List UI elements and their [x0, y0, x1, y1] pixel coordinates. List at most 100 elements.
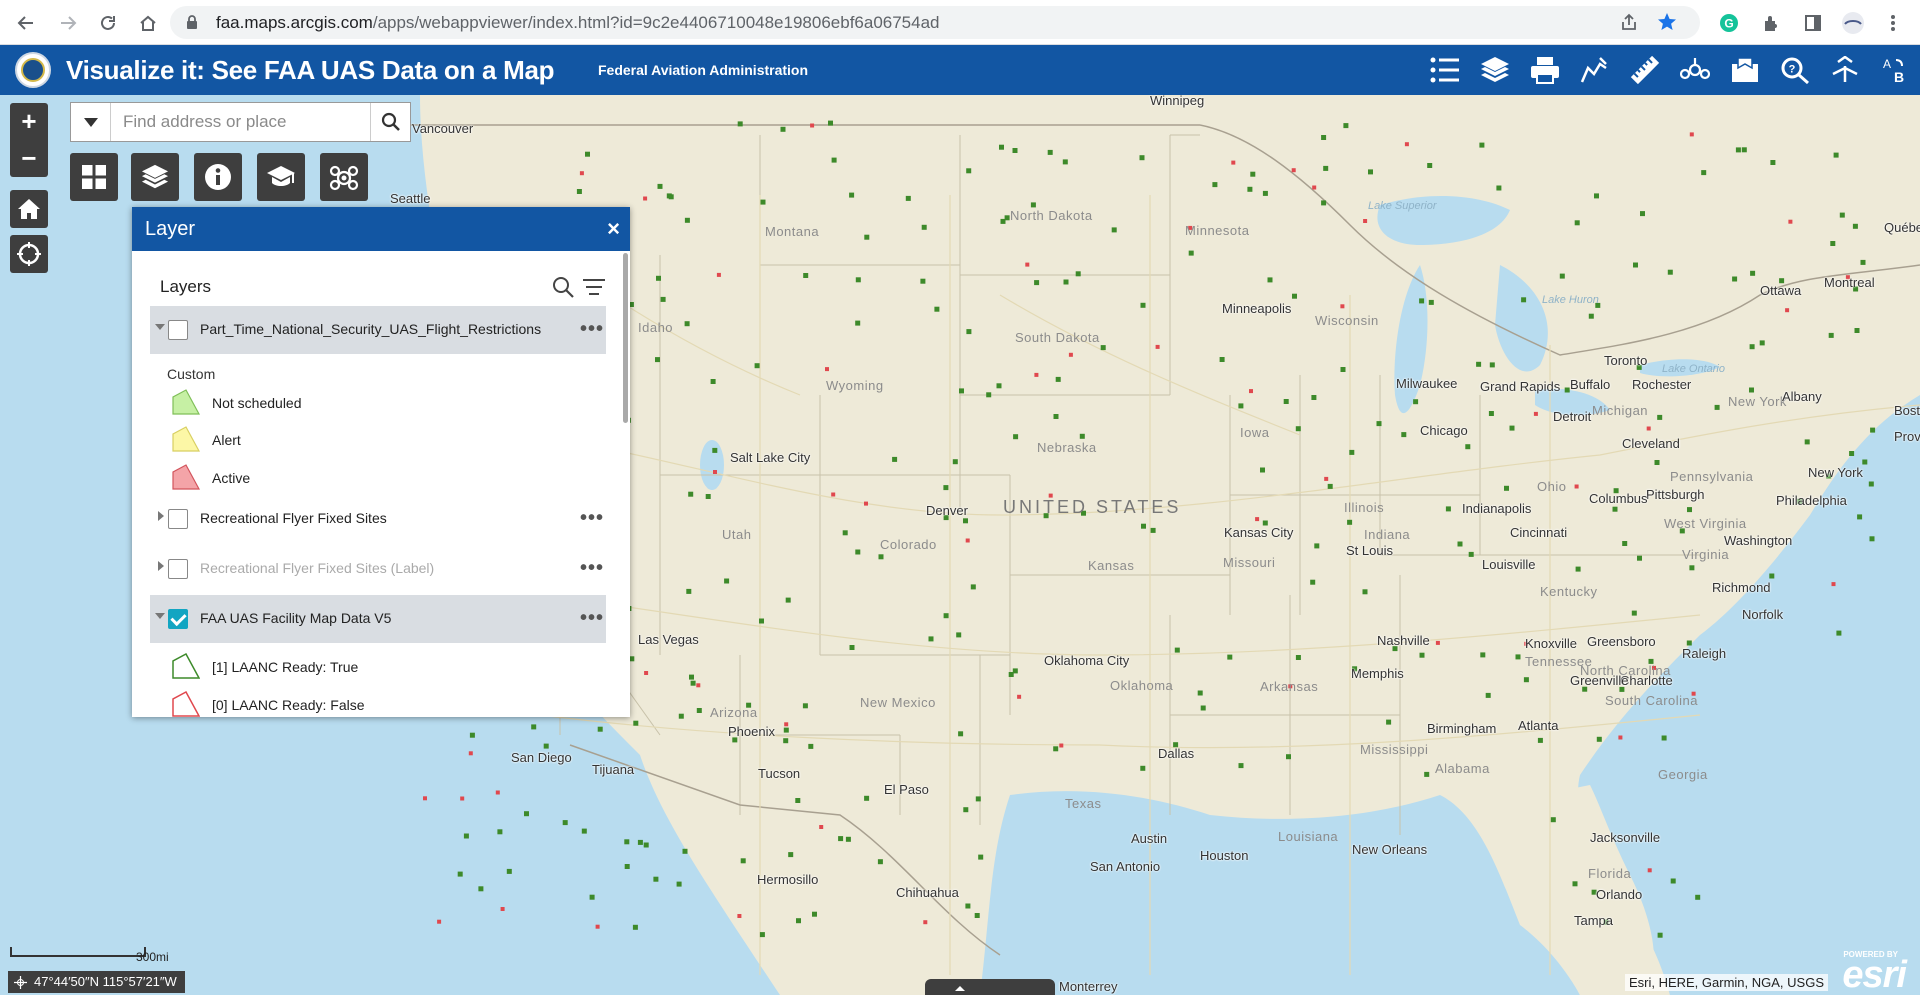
laanc-true-point[interactable]	[1869, 536, 1875, 542]
laanc-true-point[interactable]	[1836, 630, 1842, 636]
laanc-true-point[interactable]	[1640, 211, 1645, 217]
laanc-true-point[interactable]	[524, 811, 529, 817]
search-button[interactable]	[370, 103, 410, 141]
laanc-false-point[interactable]	[1059, 743, 1064, 748]
laanc-true-point[interactable]	[1687, 507, 1692, 513]
laanc-true-point[interactable]	[1034, 280, 1040, 286]
laanc-true-point[interactable]	[1343, 123, 1349, 129]
laanc-true-point[interactable]	[780, 126, 786, 132]
laanc-false-point[interactable]	[1291, 168, 1296, 173]
laanc-true-point[interactable]	[1321, 135, 1327, 140]
laanc-true-point[interactable]	[585, 151, 590, 157]
layer-checkbox[interactable]	[168, 509, 188, 529]
laanc-false-point[interactable]	[923, 920, 928, 925]
laanc-true-point[interactable]	[1559, 273, 1565, 279]
laanc-true-point[interactable]	[855, 277, 861, 283]
laanc-true-point[interactable]	[974, 913, 980, 918]
laanc-false-point[interactable]	[1435, 640, 1440, 645]
laanc-true-point[interactable]	[1008, 672, 1014, 677]
laanc-true-point[interactable]	[1376, 421, 1382, 427]
laanc-true-point[interactable]	[760, 199, 766, 205]
laanc-true-point[interactable]	[796, 918, 801, 924]
laanc-true-point[interactable]	[1111, 227, 1117, 233]
laanc-true-point[interactable]	[920, 278, 926, 284]
translate-icon[interactable]: AB	[1878, 54, 1912, 86]
laanc-true-point[interactable]	[1622, 541, 1628, 546]
laanc-false-point[interactable]	[825, 367, 829, 372]
laanc-false-point[interactable]	[1363, 219, 1368, 223]
laanc-true-point[interactable]	[795, 798, 801, 803]
drone-widget-button[interactable]	[320, 153, 368, 201]
share-icon[interactable]	[1828, 54, 1862, 86]
laanc-true-point[interactable]	[657, 183, 663, 189]
laanc-true-point[interactable]	[684, 321, 690, 327]
profile-avatar[interactable]	[1840, 10, 1866, 36]
laanc-false-point[interactable]	[437, 919, 442, 924]
laanc-true-point[interactable]	[1292, 293, 1297, 299]
layer-row[interactable]: Recreational Flyer Fixed Sites (Label) •…	[150, 545, 606, 593]
side-panel-icon[interactable]	[1800, 10, 1826, 36]
laanc-true-point[interactable]	[855, 549, 861, 555]
laanc-true-point[interactable]	[1828, 332, 1834, 338]
laanc-true-point[interactable]	[581, 828, 587, 834]
laanc-false-point[interactable]	[500, 907, 505, 911]
laanc-true-point[interactable]	[1515, 654, 1521, 660]
laanc-true-point[interactable]	[668, 194, 674, 200]
laanc-false-point[interactable]	[1255, 517, 1260, 522]
laanc-false-point[interactable]	[1340, 304, 1345, 309]
laanc-true-point[interactable]	[1770, 160, 1776, 165]
laanc-true-point[interactable]	[1139, 155, 1145, 161]
forward-icon[interactable]	[54, 9, 82, 37]
laanc-true-point[interactable]	[1741, 147, 1747, 153]
laanc-true-point[interactable]	[1401, 432, 1407, 438]
laanc-true-point[interactable]	[1424, 771, 1430, 777]
laanc-false-point[interactable]	[460, 796, 465, 801]
laanc-true-point[interactable]	[838, 836, 844, 842]
laanc-true-point[interactable]	[831, 157, 837, 163]
laanc-true-point[interactable]	[543, 743, 549, 749]
laanc-true-point[interactable]	[1489, 362, 1495, 368]
laanc-true-point[interactable]	[1062, 159, 1068, 165]
laanc-true-point[interactable]	[686, 588, 692, 594]
laanc-true-point[interactable]	[1327, 483, 1333, 489]
laanc-true-point[interactable]	[864, 795, 870, 801]
close-button[interactable]: ×	[607, 216, 620, 242]
laanc-false-point[interactable]	[495, 790, 500, 795]
layers-icon[interactable]	[1478, 54, 1512, 86]
laanc-true-point[interactable]	[1480, 652, 1486, 658]
laanc-true-point[interactable]	[1141, 523, 1146, 529]
laanc-false-point[interactable]	[1533, 411, 1538, 416]
laanc-true-point[interactable]	[624, 839, 630, 845]
laanc-false-point[interactable]	[468, 751, 473, 756]
laanc-true-point[interactable]	[1750, 270, 1756, 276]
bookmark-star-icon[interactable]	[1656, 12, 1678, 34]
panel-scrollbar[interactable]	[623, 253, 628, 423]
laanc-true-point[interactable]	[785, 597, 791, 603]
laanc-true-point[interactable]	[737, 121, 743, 127]
reload-icon[interactable]	[94, 9, 122, 37]
laanc-true-point[interactable]	[1428, 299, 1434, 305]
laanc-true-point[interactable]	[921, 224, 927, 230]
laanc-true-point[interactable]	[1368, 169, 1373, 175]
laanc-true-point[interactable]	[1150, 527, 1156, 533]
layer-row[interactable]: Recreational Flyer Fixed Sites •••	[150, 495, 606, 543]
laanc-true-point[interactable]	[958, 731, 964, 737]
laanc-true-point[interactable]	[855, 320, 861, 326]
laanc-true-point[interactable]	[1509, 425, 1515, 431]
laanc-true-point[interactable]	[759, 618, 764, 624]
laanc-false-point[interactable]	[737, 914, 742, 918]
laanc-true-point[interactable]	[1013, 434, 1019, 440]
laanc-true-point[interactable]	[1212, 182, 1218, 188]
laanc-true-point[interactable]	[963, 807, 969, 813]
address-bar[interactable]: faa.maps.arcgis.com/apps/webappviewer/in…	[170, 6, 1700, 39]
laanc-true-point[interactable]	[688, 491, 694, 497]
laanc-false-point[interactable]	[1785, 308, 1790, 313]
laanc-true-point[interactable]	[934, 306, 940, 312]
laanc-true-point[interactable]	[1476, 361, 1482, 367]
laanc-true-point[interactable]	[1749, 344, 1755, 350]
laanc-true-point[interactable]	[802, 703, 808, 709]
laanc-true-point[interactable]	[576, 189, 582, 194]
laanc-true-point[interactable]	[1633, 262, 1638, 268]
education-widget-button[interactable]	[257, 153, 305, 201]
laanc-true-point[interactable]	[629, 656, 635, 662]
